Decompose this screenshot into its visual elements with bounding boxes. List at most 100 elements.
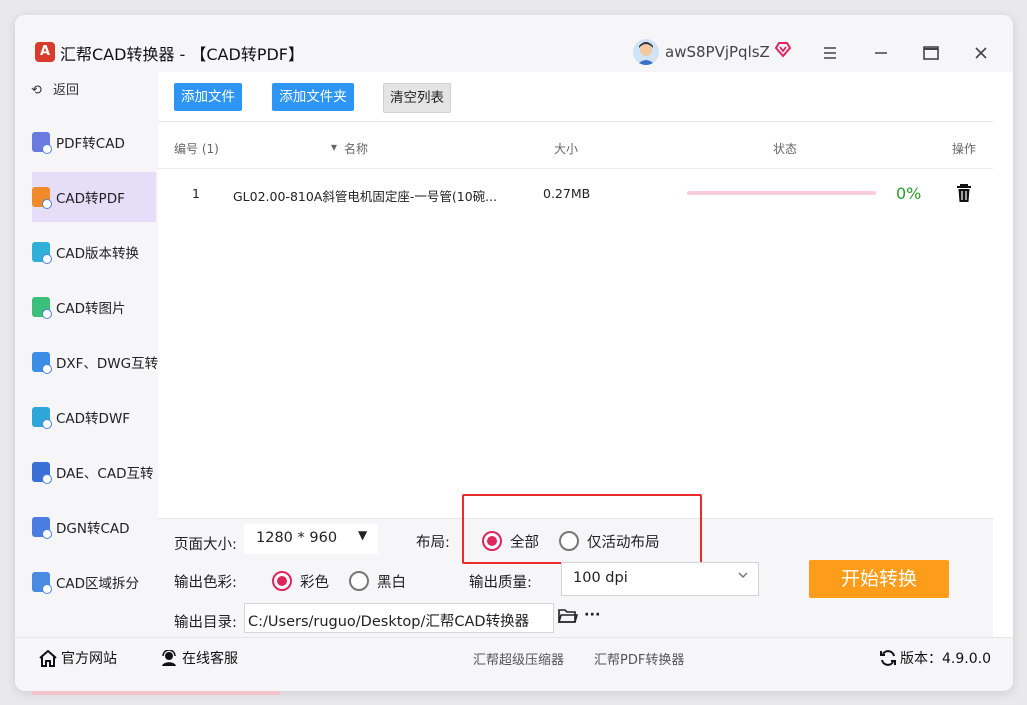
- sidebar-item-label: DAE、CAD互转: [56, 466, 154, 482]
- layout-all-label[interactable]: 全部: [510, 531, 539, 552]
- header-action: 操作: [952, 142, 977, 156]
- layout-all-radio[interactable]: [482, 531, 502, 551]
- main-content: 添加文件 添加文件夹 清空列表 编号 (1) ▾ 名称 大小 状态 操作 1 G…: [158, 72, 993, 638]
- output-dir-label: 输出目录:: [174, 615, 237, 631]
- sidebar-item-dae-cad[interactable]: DAE、CAD互转: [32, 447, 156, 497]
- sidebar-item-cad-to-pdf[interactable]: CAD转PDF: [32, 172, 156, 222]
- cad-to-image-icon: [32, 297, 52, 319]
- sidebar-item-label: DGN转CAD: [56, 521, 130, 537]
- version-info: 版本：4.9.0.0: [879, 648, 991, 668]
- close-icon[interactable]: [970, 42, 992, 64]
- page-size-label: 页面大小:: [174, 537, 237, 553]
- cad-region-split-icon: [32, 572, 52, 594]
- quality-label: 输出质量:: [469, 575, 532, 591]
- clear-list-button[interactable]: 清空列表: [383, 83, 451, 113]
- output-dir-field[interactable]: C:/Users/ruguo/Desktop/汇帮CAD转换器: [244, 603, 554, 633]
- options-panel: 页面大小: 1280 * 960 ▼ 布局: 全部 仅活动布局 输出色彩: 彩色…: [158, 494, 993, 638]
- table-row[interactable]: 1 GL02.00-810A斜管电机固定座-一号管(10碗... 0.27MB …: [158, 172, 993, 216]
- cad-to-pdf-icon: [32, 187, 52, 209]
- back-arrow-icon: ⟲: [31, 83, 42, 98]
- layout-label: 布局:: [416, 535, 450, 551]
- sort-desc-icon[interactable]: ▾: [331, 140, 337, 154]
- header-name[interactable]: 名称: [344, 140, 368, 157]
- back-label: 返回: [53, 83, 80, 98]
- color-color-label[interactable]: 彩色: [300, 571, 329, 592]
- table-header: 编号 (1) ▾ 名称 大小 状态 操作: [158, 132, 993, 169]
- version-label: 版本：4.9.0.0: [900, 651, 991, 667]
- official-website-link[interactable]: 官方网站: [39, 648, 117, 668]
- row-progress-bar: [687, 191, 876, 195]
- trash-icon[interactable]: [955, 183, 973, 206]
- pdf-converter-link[interactable]: 汇帮PDF转换器: [594, 649, 684, 668]
- footer: 官方网站 在线客服 汇帮超级压缩器 汇帮PDF转换器 版本：4.9.0.0: [15, 637, 1013, 691]
- online-support-label: 在线客服: [182, 651, 238, 667]
- username[interactable]: awS8PVjPqlsZ: [665, 43, 770, 61]
- row-index: 1: [192, 186, 200, 201]
- maximize-icon[interactable]: [920, 42, 942, 64]
- refresh-icon: [880, 650, 896, 666]
- header-index: 编号 (1): [174, 142, 219, 156]
- dxf-dwg-icon: [32, 352, 52, 374]
- page-size-select[interactable]: 1280 * 960 ▼: [244, 524, 378, 554]
- dgn-to-cad-icon: [32, 517, 52, 539]
- sidebar: ⟲ 返回 PDF转CAD CAD转PDF CAD版本转换 CAD转图片 DXF、D…: [15, 72, 158, 637]
- layout-active-radio[interactable]: [559, 531, 579, 551]
- online-support-link[interactable]: 在线客服: [160, 648, 238, 668]
- compressor-link[interactable]: 汇帮超级压缩器: [473, 649, 564, 668]
- cad-version-icon: [32, 242, 52, 264]
- app-window: A 汇帮CAD转换器 - 【CAD转PDF】 awS8PVjPqlsZ ⟲ 返回…: [15, 15, 1013, 691]
- sidebar-item-label: CAD转PDF: [56, 191, 125, 207]
- sidebar-item-pdf-to-cad[interactable]: PDF转CAD: [32, 117, 156, 167]
- minimize-icon[interactable]: [870, 42, 892, 64]
- quality-value: 100 dpi: [573, 570, 628, 586]
- sidebar-item-label: CAD版本转换: [56, 246, 140, 262]
- more-options-icon[interactable]: ···: [584, 607, 601, 623]
- row-size: 0.27MB: [543, 186, 591, 201]
- sidebar-item-cad-region-split[interactable]: CAD区域拆分: [32, 557, 156, 607]
- dae-cad-icon: [32, 462, 52, 484]
- color-bw-radio[interactable]: [349, 571, 369, 591]
- color-color-radio[interactable]: [272, 571, 292, 591]
- color-label: 输出色彩:: [174, 575, 237, 591]
- folder-open-icon[interactable]: [557, 607, 579, 629]
- official-website-label: 官方网站: [61, 651, 117, 667]
- start-convert-button[interactable]: 开始转换: [809, 560, 949, 598]
- app-logo-icon: A: [35, 42, 55, 62]
- hamburger-menu-icon[interactable]: [819, 42, 841, 64]
- header-status: 状态: [773, 142, 798, 156]
- title-bar: A 汇帮CAD转换器 - 【CAD转PDF】 awS8PVjPqlsZ: [15, 15, 1013, 72]
- row-percent: 0%: [896, 184, 922, 203]
- chevron-down-icon: [737, 569, 749, 585]
- sidebar-item-label: CAD转图片: [56, 301, 126, 317]
- sidebar-item-label: DXF、DWG互转: [56, 356, 159, 372]
- row-filename: GL02.00-810A斜管电机固定座-一号管(10碗...: [233, 189, 498, 204]
- toolbar: 添加文件 添加文件夹 清空列表: [158, 72, 993, 122]
- layout-highlight-box: [462, 494, 702, 564]
- header-size: 大小: [554, 142, 579, 156]
- layout-active-label[interactable]: 仅活动布局: [587, 531, 660, 552]
- sidebar-item-cad-version[interactable]: CAD版本转换: [32, 227, 156, 277]
- sidebar-item-cad-to-image[interactable]: CAD转图片: [32, 282, 156, 332]
- dropdown-arrow-icon: ▼: [358, 528, 368, 542]
- sidebar-item-dxf-dwg[interactable]: DXF、DWG互转: [32, 337, 159, 387]
- sidebar-item-label: CAD区域拆分: [56, 576, 140, 592]
- output-dir-value: C:/Users/ruguo/Desktop/汇帮CAD转换器: [248, 614, 530, 630]
- support-agent-icon: [162, 649, 176, 666]
- sidebar-item-label: CAD转DWF: [56, 411, 131, 427]
- color-bw-label[interactable]: 黑白: [377, 571, 406, 592]
- home-icon: [39, 649, 57, 667]
- quality-select[interactable]: 100 dpi: [561, 562, 759, 596]
- taskbar-indicator: [32, 691, 280, 695]
- sidebar-item-dgn-to-cad[interactable]: DGN转CAD: [32, 502, 156, 552]
- cad-to-dwf-icon: [32, 407, 52, 429]
- add-folder-button[interactable]: 添加文件夹: [272, 83, 354, 111]
- sidebar-item-cad-to-dwf[interactable]: CAD转DWF: [32, 392, 156, 442]
- window-title: 汇帮CAD转换器 - 【CAD转PDF】: [60, 45, 304, 64]
- vip-heart-icon[interactable]: [774, 40, 792, 62]
- sidebar-item-label: PDF转CAD: [56, 136, 125, 152]
- back-button[interactable]: ⟲ 返回: [31, 79, 141, 99]
- user-avatar[interactable]: [633, 39, 659, 65]
- add-file-button[interactable]: 添加文件: [174, 83, 242, 111]
- page-size-value: 1280 * 960: [256, 530, 338, 546]
- pdf-to-cad-icon: [32, 132, 52, 154]
